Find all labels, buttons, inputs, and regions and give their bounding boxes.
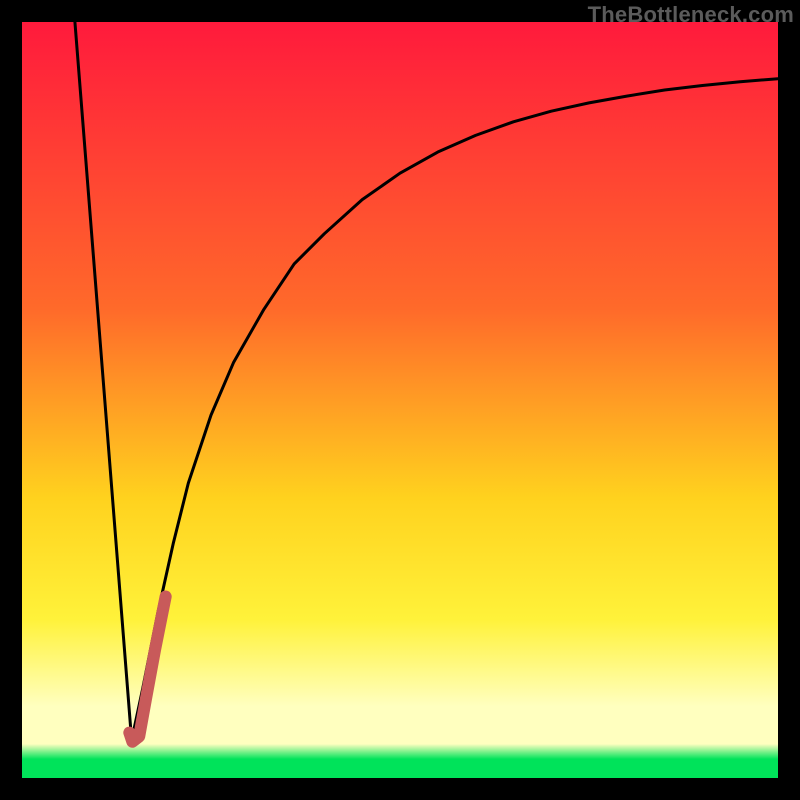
chart-svg: [22, 22, 778, 778]
chart-plot-area: [22, 22, 778, 778]
watermark-text: TheBottleneck.com: [588, 2, 794, 28]
chart-background-gradient: [22, 22, 778, 778]
chart-frame: TheBottleneck.com: [0, 0, 800, 800]
